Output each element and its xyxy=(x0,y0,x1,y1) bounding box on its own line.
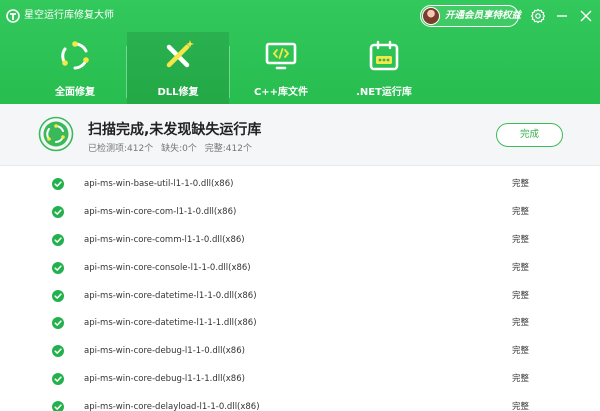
dll-status: 完整 xyxy=(512,346,530,357)
dll-status: 完整 xyxy=(512,234,530,245)
tab-dotnet-runtime[interactable]: .NET运行库 xyxy=(333,32,435,104)
dll-name: api-ms-win-core-delayload-l1-1-0.dll(x86… xyxy=(84,402,260,411)
check-icon xyxy=(52,317,64,330)
dll-name: api-ms-win-core-debug-l1-1-1.dll(x86) xyxy=(84,374,245,385)
dll-status: 完整 xyxy=(512,206,530,217)
minimize-icon xyxy=(557,15,567,17)
dll-name: api-ms-win-core-comm-l1-1-0.dll(x86) xyxy=(84,234,245,245)
scan-summary: 已检测项:412个 缺失:0个 完整:412个 xyxy=(88,141,257,154)
vip-button[interactable]: 开通会员享特权益 xyxy=(420,5,522,27)
dll-name: api-ms-win-core-com-l1-1-0.dll(x86) xyxy=(84,206,237,217)
net-calendar-icon xyxy=(369,40,399,71)
dll-status: 完整 xyxy=(512,179,530,189)
check-icon xyxy=(52,205,64,218)
tab-label: C++库文件 xyxy=(253,87,309,98)
recycle-icon xyxy=(61,41,89,70)
scan-result-title: 扫描完成,未发现缺失运行库 xyxy=(88,122,262,138)
dll-status: 完整 xyxy=(512,262,530,273)
dll-name: api-ms-win-core-datetime-l1-1-0.dll(x86) xyxy=(84,290,257,301)
tab-label: DLL修复 xyxy=(157,87,199,98)
code-monitor-icon xyxy=(265,42,297,70)
list-item: api-ms-win-core-datetime-l1-1-1.dll(x86)… xyxy=(0,309,600,337)
list-item: api-ms-win-core-debug-l1-1-0.dll(x86) 完整 xyxy=(0,337,600,365)
check-icon xyxy=(52,289,64,302)
app-logo-icon xyxy=(6,9,20,23)
check-icon xyxy=(52,261,64,274)
check-icon xyxy=(52,178,64,190)
list-item: api-ms-win-base-util-l1-1-0.dll(x86) 完整 xyxy=(0,170,600,198)
app-title: 星空运行库修复大师 xyxy=(24,10,114,21)
main-tabs: 全面修复 DLL修复 C++库文件 .NET运行库 xyxy=(0,32,600,104)
done-button[interactable]: 完成 xyxy=(496,123,563,147)
tab-label: .NET运行库 xyxy=(356,87,412,98)
recycle-status-icon xyxy=(38,116,74,152)
title-bar: 星空运行库修复大师 开通会员享特权益 xyxy=(0,0,600,32)
close-button[interactable] xyxy=(577,7,595,25)
complete-count: 完整:412个 xyxy=(204,144,252,154)
list-item: api-ms-win-core-comm-l1-1-0.dll(x86) 完整 xyxy=(0,226,600,254)
tools-icon xyxy=(166,40,194,68)
check-icon xyxy=(52,373,64,386)
list-item: api-ms-win-core-debug-l1-1-1.dll(x86) 完整 xyxy=(0,365,600,393)
dll-name: api-ms-win-core-datetime-l1-1-1.dll(x86) xyxy=(84,318,257,329)
tab-dll-repair[interactable]: DLL修复 xyxy=(127,32,229,104)
app-header: 星空运行库修复大师 开通会员享特权益 全面修复 DLL修复 C++库文件 .NE… xyxy=(0,0,600,104)
list-item: api-ms-win-core-com-l1-1-0.dll(x86) 完整 xyxy=(0,198,600,226)
dll-name: api-ms-win-base-util-l1-1-0.dll(x86) xyxy=(84,179,234,189)
dll-status: 完整 xyxy=(512,318,530,329)
list-item: api-ms-win-core-delayload-l1-1-0.dll(x86… xyxy=(0,393,600,411)
vip-label: 开通会员享特权益 xyxy=(445,10,522,21)
close-icon xyxy=(580,10,592,22)
dll-status: 完整 xyxy=(512,290,530,301)
dll-status: 完整 xyxy=(512,374,530,385)
dll-name: api-ms-win-core-debug-l1-1-0.dll(x86) xyxy=(84,346,245,357)
tab-full-repair[interactable]: 全面修复 xyxy=(24,32,126,104)
list-item: api-ms-win-core-console-l1-1-0.dll(x86) 完… xyxy=(0,254,600,282)
tab-label: 全面修复 xyxy=(55,87,95,98)
check-icon xyxy=(52,401,64,411)
check-icon xyxy=(52,233,64,246)
minimize-button[interactable] xyxy=(553,7,571,25)
missing-count: 缺失:0个 xyxy=(161,144,197,154)
tab-cpp-libs[interactable]: C++库文件 xyxy=(230,32,332,104)
settings-button[interactable] xyxy=(529,7,547,25)
check-icon xyxy=(52,345,64,358)
list-item: api-ms-win-core-datetime-l1-1-0.dll(x86)… xyxy=(0,282,600,310)
dll-status: 完整 xyxy=(512,402,530,411)
dll-name: api-ms-win-core-console-l1-1-0.dll(x86) xyxy=(84,262,251,273)
detected-count: 已检测项:412个 xyxy=(88,144,154,154)
scan-status-panel: 扫描完成,未发现缺失运行库 已检测项:412个 缺失:0个 完整:412个 完成 xyxy=(0,104,600,166)
gear-icon xyxy=(530,8,546,24)
dll-list[interactable]: api-ms-win-base-util-l1-1-0.dll(x86) 完整 ap… xyxy=(0,170,600,411)
avatar xyxy=(422,7,440,25)
